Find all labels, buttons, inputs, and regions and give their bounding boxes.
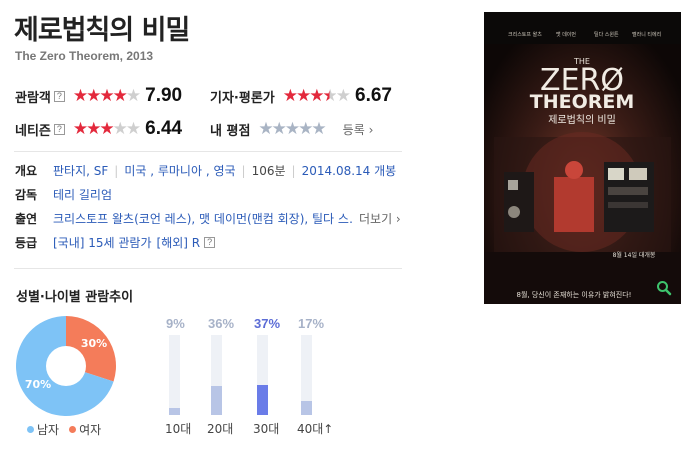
help-icon[interactable]: ? [53,123,65,135]
age-column: 37% 30대 [253,316,294,436]
critic-label: 기자·평론가 [210,90,275,106]
netizen-score: 6.44 [145,118,183,139]
help-icon[interactable]: ? [204,237,216,248]
overseas-grade-link[interactable]: [해외] R [157,234,201,251]
divider [14,268,402,269]
movie-poster[interactable]: THE ZERØ THEOREM 제로법칙의 비밀 크리스토프 왈츠 맷 데이먼… [484,12,681,304]
poster-bottom-tagline: 8월, 당신이 존재하는 이유가 밝혀진다! [517,290,632,299]
age-column: 36% 20대 [207,316,248,436]
poster-cast-3: 틸다 스윈튼 [594,31,619,38]
movie-subtitle: The Zero Theorem, 2013 [15,49,154,63]
cast-more-link[interactable]: 더보기 › [359,210,401,227]
magnifier-icon[interactable] [656,280,672,296]
legend-male: 남자 [37,423,60,437]
poster-cast-4: 멜라니 티에리 [632,31,661,38]
overview-label: 개요 [15,164,38,178]
audience-rating: 관람객 ? ★ ★ ★ ★ ★ 7.90 [15,85,182,107]
pie-label-male: 70% [25,378,51,391]
age-label: 10대 [165,422,192,436]
age-bar-track [169,335,180,415]
age-percent: 17% [298,316,325,331]
age-percent: 9% [166,316,185,331]
age-bar-fill [257,385,268,415]
gender-pie-chart: 30% 70% [15,316,116,416]
release-date-link[interactable]: 2014.08.14 개봉 [302,162,397,179]
age-bar-track [257,335,268,415]
critic-score: 6.67 [355,85,392,106]
legend-female: 여자 [79,423,102,437]
poster-korean-title: 제로법칙의 비밀 [548,114,616,126]
poster-title-line2: THEOREM [530,91,635,113]
netizen-rating: 네티즌 ? ★ ★ ★ ★ ★ 6.44 [15,118,182,140]
movie-title: 제로법칙의 비밀 [14,15,190,46]
overview-row: 개요 판타지, SF | 미국 , 루마니아 , 영국 | 106분 | 201… [15,162,397,179]
director-row: 감독 테리 길리엄 [15,186,112,203]
age-percent: 37% [254,316,281,331]
pie-label-female: 30% [81,337,107,350]
audience-score: 7.90 [145,85,183,106]
register-rating-link[interactable]: 등록 › [343,121,374,138]
grade-label: 등급 [15,236,38,250]
domestic-grade-link[interactable]: [국내] 15세 관람가 [53,234,152,251]
my-rating-stars[interactable]: ★ ★ ★ ★ ★ [258,120,326,138]
age-bar-fill [211,386,222,415]
my-rating-label: 내 평점 [210,123,251,139]
cast-label: 출연 [15,212,38,226]
age-column: 9% 10대 [165,316,206,436]
age-bar-fill [301,401,312,415]
poster-cast-1: 크리스토프 왈츠 [508,31,542,38]
age-label: 30대 [253,422,280,436]
section-title: 성별·나이별 관람추이 [16,290,134,305]
divider [14,151,402,152]
chevron-right-icon: › [368,122,374,137]
age-label: 40대↑ [297,422,334,436]
audience-stars: ★ ★ ★ ★ ★ [72,85,141,106]
legend-dot-male [27,426,34,433]
poster-release-text: 8월 14일 대개봉 [613,251,656,259]
age-bar-track [211,335,222,415]
cast-links[interactable]: 크리스토프 왈츠(코언 레스), 맷 데이먼(맨컴 회장), 틸다 스… [53,210,353,227]
help-icon[interactable]: ? [53,90,65,102]
director-label: 감독 [15,188,38,202]
age-percent: 36% [208,316,235,331]
critic-rating: 기자·평론가 ★ ★ ★ ★ ★ 6.67 [210,85,392,107]
poster-cast-2: 맷 데이먼 [556,31,576,38]
poster-image: THE ZERØ THEOREM 제로법칙의 비밀 크리스토프 왈츠 맷 데이먼… [484,12,681,304]
age-bar-fill [169,408,180,415]
director-link[interactable]: 테리 길리엄 [53,186,112,203]
critic-stars: ★ ★ ★ ★ ★ [282,85,351,106]
legend-dot-female [69,426,77,433]
netizen-label: 네티즌 [15,123,51,139]
gender-legend: 남자 여자 [27,421,101,438]
runtime: 106분 [251,164,286,178]
country-link[interactable]: 미국 , 루마니아 , 영국 [124,162,235,179]
audience-label: 관람객 [15,90,51,106]
grade-row: 등급 [국내] 15세 관람가 [해외] R ? [15,234,223,251]
netizen-stars: ★ ★ ★ ★ ★ [72,118,141,139]
age-bar-track [301,335,312,415]
my-rating: 내 평점 ★ ★ ★ ★ ★ 등록 › [210,118,373,140]
cast-row: 출연 크리스토프 왈츠(코언 레스), 맷 데이먼(맨컴 회장), 틸다 스… … [15,210,401,227]
age-label: 20대 [207,422,234,436]
age-column: 17% 40대↑ [297,316,338,436]
genre-link[interactable]: 판타지, SF [53,162,108,179]
